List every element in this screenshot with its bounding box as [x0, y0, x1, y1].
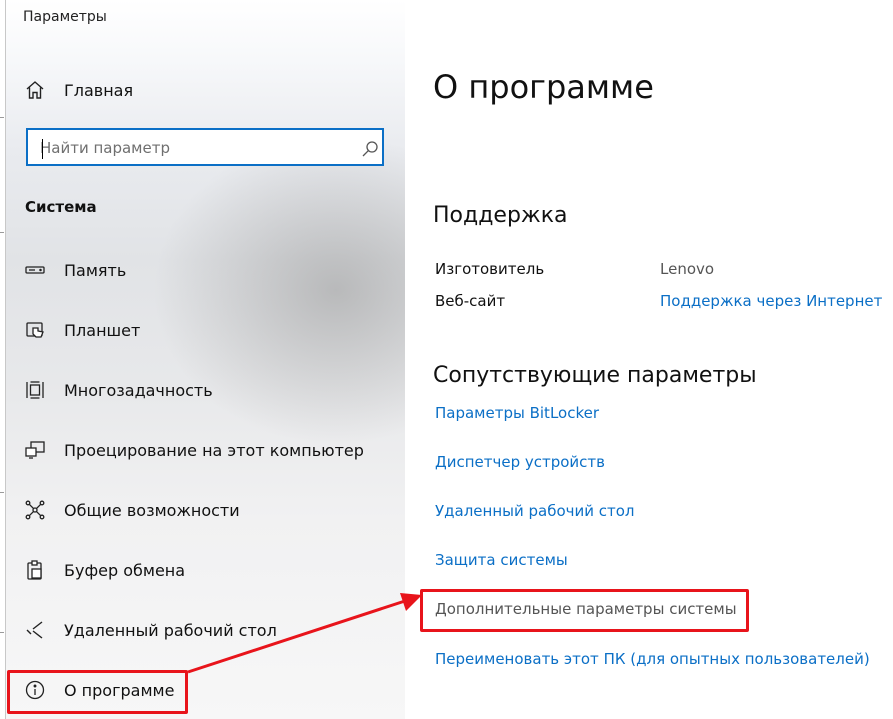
annotation-arrow: [187, 593, 422, 674]
